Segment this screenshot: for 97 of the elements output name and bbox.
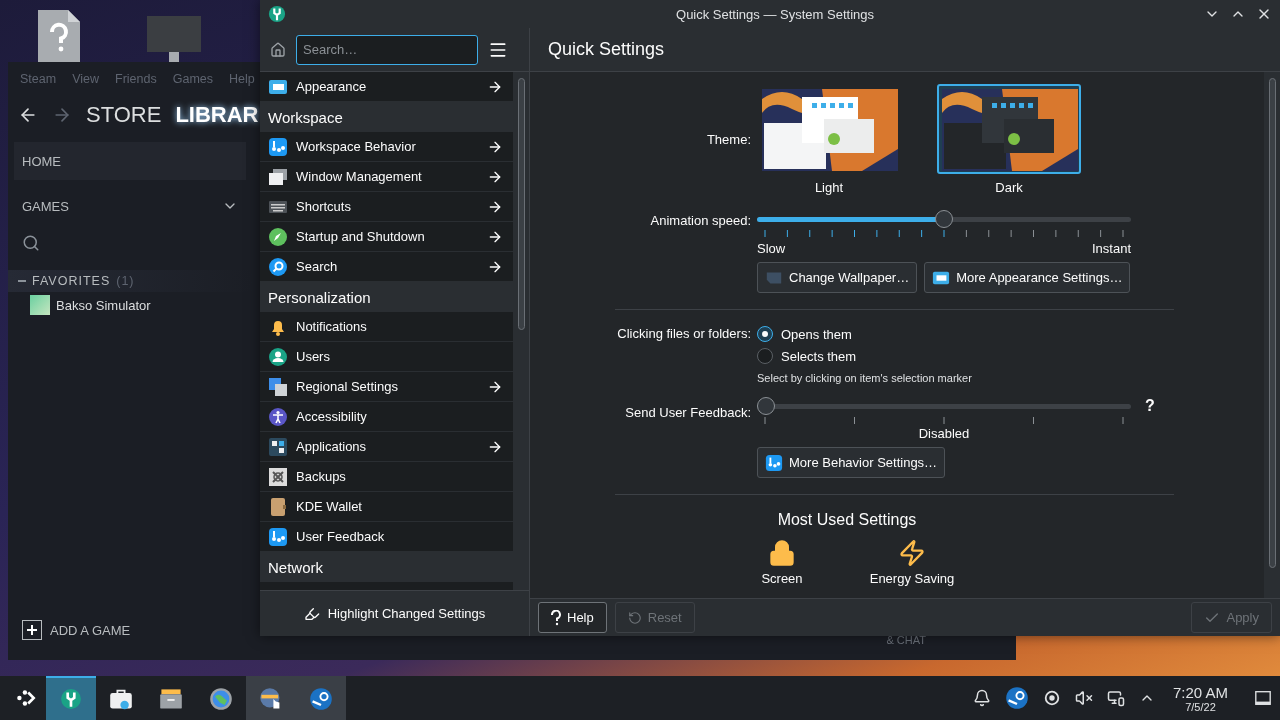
settings-button[interactable]: Change Wallpaper… bbox=[757, 262, 918, 293]
game-thumbnail bbox=[30, 295, 50, 315]
dots-icon bbox=[268, 526, 288, 547]
sidebar-label: Window Management bbox=[296, 169, 423, 184]
add-icon bbox=[22, 620, 42, 640]
theme-name: Dark bbox=[995, 180, 1023, 195]
lightning-icon bbox=[898, 539, 926, 567]
settings-button[interactable]: More Behavior Settings… bbox=[757, 447, 946, 478]
home-icon[interactable] bbox=[270, 41, 286, 58]
form-label: Theme: bbox=[706, 132, 752, 147]
category-header: Workspace bbox=[260, 102, 513, 132]
shortcut-label: Energy Saving bbox=[869, 571, 955, 586]
shortcut-label: Screen bbox=[761, 571, 803, 586]
nav-tab[interactable]: STORE bbox=[86, 102, 162, 128]
wrench-icon bbox=[268, 5, 286, 23]
wallet-icon bbox=[268, 496, 288, 517]
radio-option[interactable]: Selects them bbox=[757, 348, 857, 364]
shortcut-tile[interactable]: Screen bbox=[732, 539, 832, 586]
taskbar-app[interactable] bbox=[246, 676, 296, 720]
category-header: Personalization bbox=[260, 282, 513, 312]
sidebar-label: Accessibility bbox=[296, 409, 368, 424]
clock[interactable]: 7:20 AM 7/5/22 bbox=[1166, 683, 1242, 713]
scrollbar-thumb[interactable] bbox=[1268, 78, 1276, 568]
wrench-icon bbox=[60, 688, 82, 710]
sidebar-label: Regional Settings bbox=[296, 379, 399, 394]
page-title: Quick Settings bbox=[547, 39, 665, 60]
sidebar-label: Notifications bbox=[296, 319, 368, 334]
monitor-icon[interactable] bbox=[147, 16, 201, 62]
dialog-button[interactable]: Help bbox=[538, 602, 607, 633]
form-label: Send User Feedback: bbox=[625, 405, 752, 420]
dots-icon bbox=[765, 453, 783, 472]
window-title: Quick Settings — System Settings bbox=[675, 6, 875, 22]
slider-min-label: Slow bbox=[757, 241, 786, 256]
game-item[interactable]: Bakso Simulator bbox=[8, 292, 252, 315]
windows-icon bbox=[268, 166, 288, 187]
search-icon[interactable] bbox=[22, 234, 40, 252]
hint-text: Select by clicking on item's selection marker bbox=[757, 372, 972, 384]
sidebar-label: Users bbox=[296, 349, 331, 364]
nav-tab[interactable]: LIBRAR bbox=[175, 102, 259, 128]
backup-icon bbox=[268, 466, 288, 487]
collection-count: (1) bbox=[116, 274, 135, 288]
add-game-button[interactable]: ADD A GAME bbox=[8, 620, 252, 660]
radio-button[interactable] bbox=[757, 348, 773, 364]
rocket-icon bbox=[268, 226, 288, 247]
launcher-dots-icon bbox=[15, 687, 37, 709]
slider-reading: Disabled bbox=[917, 426, 971, 441]
slider-max-label: Instant bbox=[1091, 241, 1131, 256]
clock-date: 7/5/22 bbox=[1185, 700, 1216, 713]
dots-icon bbox=[268, 136, 288, 157]
sidebar-label: Shortcuts bbox=[296, 199, 352, 214]
radio-option[interactable]: Opens them bbox=[757, 326, 857, 342]
search-icon bbox=[268, 256, 288, 277]
highlight-changed-button[interactable]: Highlight Changed Settings bbox=[260, 590, 529, 636]
games-dropdown[interactable]: GAMES bbox=[14, 188, 246, 224]
sidebar-label: KDE Wallet bbox=[296, 499, 363, 514]
grid-icon bbox=[268, 436, 288, 457]
section-title: Most Used Settings bbox=[777, 511, 917, 529]
sidebar-label: Startup and Shutdown bbox=[296, 229, 426, 244]
folder-drawer-icon bbox=[159, 687, 183, 711]
accessibility-icon bbox=[268, 406, 288, 427]
unknown-file-icon[interactable] bbox=[38, 10, 80, 62]
show-desktop-button[interactable] bbox=[1252, 689, 1274, 707]
muted-speaker-icon bbox=[1074, 689, 1093, 707]
sidebar-label: Appearance bbox=[296, 79, 368, 94]
home-button[interactable]: HOME bbox=[14, 142, 246, 180]
form-label: Animation speed: bbox=[650, 213, 752, 228]
bell-icon bbox=[972, 689, 991, 707]
sidebar-label: Search bbox=[296, 259, 339, 274]
show-desktop-icon bbox=[1254, 689, 1272, 707]
user-icon bbox=[268, 346, 288, 367]
sidebar-label: Backups bbox=[296, 469, 347, 484]
sidebar-label: Workspace Behavior bbox=[296, 139, 417, 154]
sidebar-label: User Feedback bbox=[296, 529, 386, 544]
highlighter-icon bbox=[303, 605, 320, 622]
slider-handle[interactable] bbox=[935, 209, 953, 228]
search-field[interactable]: Search… bbox=[296, 34, 478, 65]
taskbar-app[interactable] bbox=[296, 676, 346, 720]
form-label: Clicking files or folders: bbox=[617, 326, 752, 341]
collection-name: FAVORITES bbox=[32, 274, 111, 288]
sidebar-label: Applications bbox=[296, 439, 368, 454]
slider-handle[interactable] bbox=[757, 396, 775, 415]
lock-icon bbox=[768, 539, 796, 567]
radio-button[interactable] bbox=[757, 326, 773, 342]
category-header: Network bbox=[260, 552, 513, 582]
shopping-bag-icon bbox=[109, 687, 133, 711]
collapse-dash-icon bbox=[18, 280, 26, 282]
undo-icon bbox=[627, 610, 642, 625]
scrollbar-thumb[interactable] bbox=[517, 78, 525, 330]
shortcut-tile[interactable]: Energy Saving bbox=[862, 539, 962, 586]
clock-time: 7:20 AM bbox=[1172, 683, 1228, 701]
network-icon bbox=[1106, 689, 1125, 707]
question-mark-icon bbox=[551, 609, 561, 626]
help-question-mark[interactable]: ? bbox=[1145, 397, 1155, 415]
settings-button[interactable]: More Appearance Settings… bbox=[924, 262, 1131, 293]
theme-name: Light bbox=[814, 180, 844, 195]
slider[interactable] bbox=[757, 396, 1131, 416]
slider[interactable] bbox=[757, 209, 1131, 229]
